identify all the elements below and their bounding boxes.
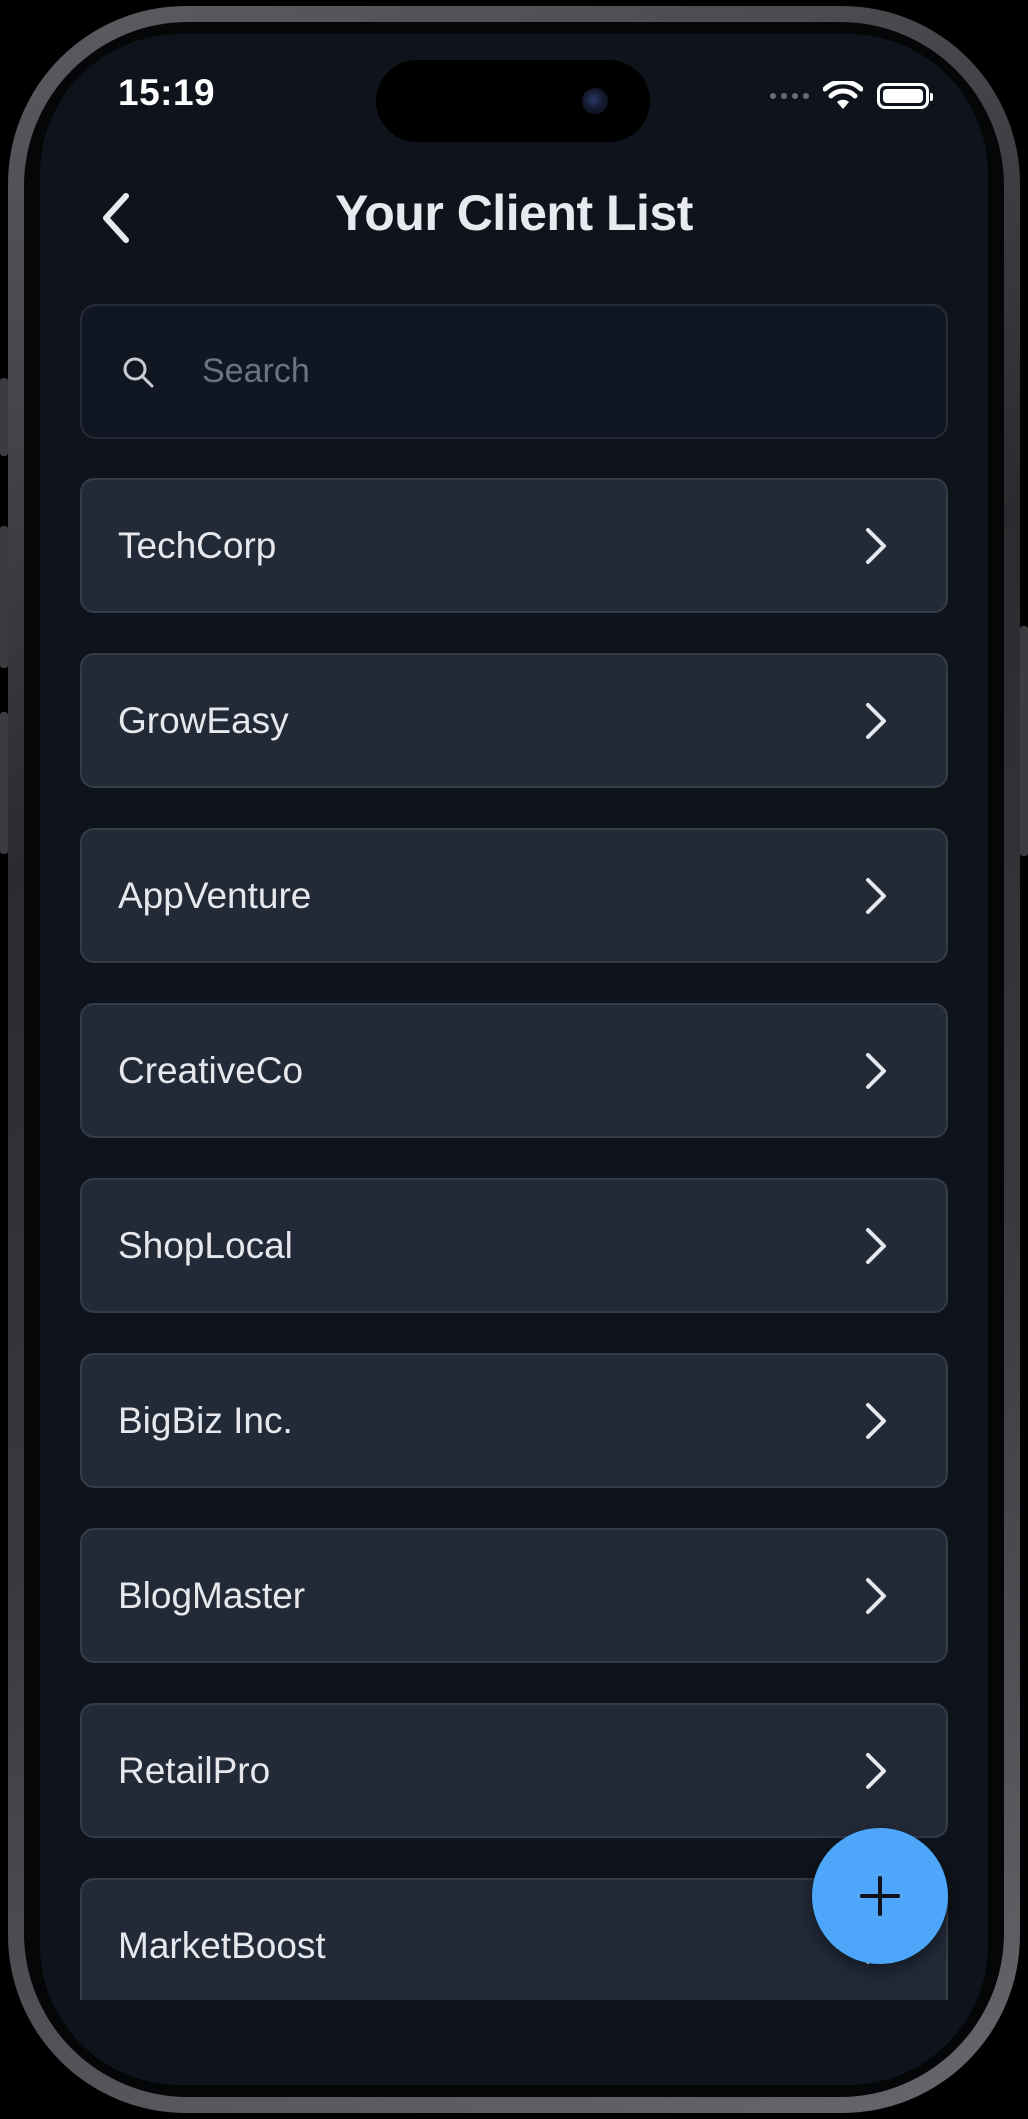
- client-list-item[interactable]: GrowEasy: [80, 653, 948, 788]
- client-name: GrowEasy: [118, 699, 289, 741]
- chevron-right-icon: [856, 1401, 896, 1441]
- app-screen: 15:19 Your Client List Search TechCorp G…: [40, 34, 988, 2085]
- plus-icon: [860, 1876, 900, 1916]
- status-time: 15:19: [118, 72, 216, 113]
- chevron-right-icon: [856, 1576, 896, 1616]
- client-list-item[interactable]: CreativeCo: [80, 1003, 948, 1138]
- client-name: ShopLocal: [118, 1224, 293, 1266]
- chevron-right-icon: [856, 701, 896, 741]
- chevron-right-icon: [856, 526, 896, 566]
- client-list-item[interactable]: ShopLocal: [80, 1178, 948, 1313]
- client-name: RetailPro: [118, 1749, 271, 1791]
- action-button: [0, 378, 8, 456]
- search-icon: [120, 354, 156, 390]
- search-bar[interactable]: [80, 304, 948, 439]
- chevron-right-icon: [856, 1751, 896, 1791]
- client-name: TechCorp: [118, 524, 277, 566]
- wifi-icon: [823, 81, 863, 109]
- search-input[interactable]: [200, 336, 946, 407]
- add-client-button[interactable]: [812, 1828, 948, 1964]
- battery-level: [883, 89, 923, 103]
- power-button: [1020, 626, 1028, 856]
- chevron-right-icon: [856, 876, 896, 916]
- client-name: CreativeCo: [118, 1049, 304, 1091]
- chevron-right-icon: [856, 1226, 896, 1266]
- page-title: Your Client List: [335, 185, 693, 241]
- client-list-item[interactable]: RetailPro: [80, 1703, 948, 1838]
- client-list: TechCorp GrowEasy AppVenture CreativeCo Shop…: [80, 478, 948, 2000]
- client-list-item[interactable]: AppVenture: [80, 828, 948, 963]
- client-name: AppVenture: [118, 874, 312, 916]
- status-indicators: [770, 76, 933, 116]
- front-camera: [582, 88, 608, 114]
- volume-up-button: [0, 526, 8, 668]
- phone-device: 15:19 Your Client List Search TechCorp G…: [0, 0, 1028, 2119]
- volume-down-button: [0, 712, 8, 854]
- client-name: BlogMaster: [118, 1574, 306, 1616]
- dynamic-island: [376, 60, 650, 142]
- battery-icon: [877, 83, 933, 109]
- client-list-item[interactable]: BlogMaster: [80, 1528, 948, 1663]
- chevron-right-icon: [856, 1051, 896, 1091]
- client-name: BigBiz Inc.: [118, 1399, 293, 1441]
- client-list-item[interactable]: BigBiz Inc.: [80, 1353, 948, 1488]
- client-name: MarketBoost: [118, 1924, 326, 1966]
- client-list-item[interactable]: TechCorp: [80, 478, 948, 613]
- cellular-signal-icon: [770, 93, 809, 99]
